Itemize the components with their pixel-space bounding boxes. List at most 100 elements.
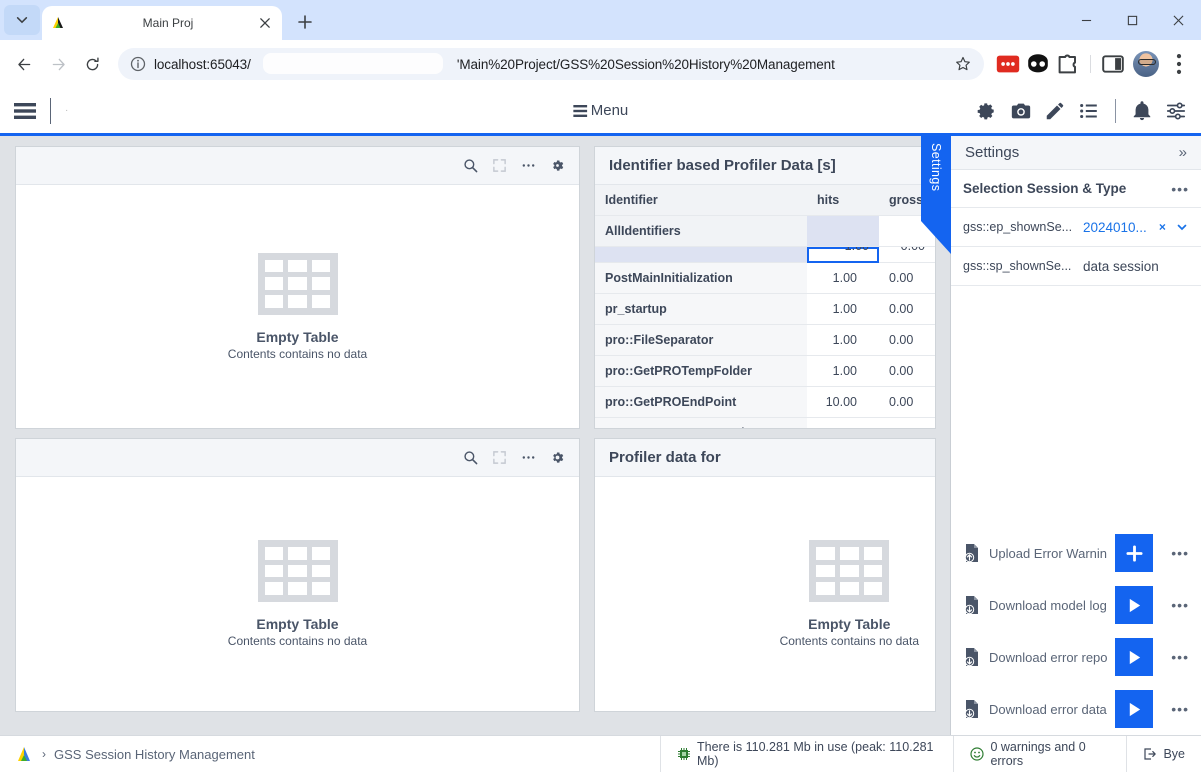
three-dot-menu-icon[interactable] <box>1165 50 1193 78</box>
list-icon[interactable] <box>1078 100 1100 122</box>
settings-collapse-button[interactable]: » <box>1179 144 1187 161</box>
expand-icon[interactable] <box>492 450 507 465</box>
profile-avatar[interactable] <box>1133 51 1159 77</box>
breadcrumb-chevron-icon: › <box>42 747 46 761</box>
table-row[interactable]: pr_startup 1.00 0.00 <box>595 293 935 325</box>
empty-subtitle: Contents contains no data <box>227 346 368 361</box>
chevron-down-icon <box>16 17 28 24</box>
address-bar[interactable]: localhost:65043/xxxxxxxxxxxxxxxxxxxxxxxx… <box>118 48 984 80</box>
more-icon[interactable] <box>521 450 536 465</box>
bell-icon[interactable] <box>1131 100 1153 122</box>
gear-icon[interactable] <box>550 158 565 173</box>
tab-close-button[interactable] <box>256 14 274 32</box>
run-button[interactable] <box>1115 586 1154 624</box>
cell-identifier: AllIdentifiers <box>595 215 807 247</box>
action-more-button[interactable]: ••• <box>1171 649 1189 665</box>
run-button[interactable] <box>1115 690 1154 728</box>
cell-gross: 0.00 <box>879 293 935 325</box>
camera-icon[interactable] <box>1010 100 1032 122</box>
cell-identifier: pr_startup <box>595 293 807 325</box>
table-row-clipped[interactable]: 1.00 0.00 <box>595 246 935 263</box>
search-icon[interactable] <box>463 450 478 465</box>
cell-hits: 1.00 <box>807 324 879 356</box>
window-close-button[interactable] <box>1155 0 1201 40</box>
table-row[interactable]: PostMainInitialization 1.00 0.00 <box>595 262 935 294</box>
reload-icon <box>86 57 99 70</box>
bye-label: Bye <box>1163 747 1185 761</box>
panel-profiler-data-for-header: Profiler data for <box>595 439 935 477</box>
status-bye[interactable]: Bye <box>1126 736 1201 772</box>
play-icon <box>1129 702 1140 716</box>
settings-ribbon-label: Settings <box>929 143 943 192</box>
table-row[interactable]: pro::GetPROEndPoint 10.00 0.00 <box>595 386 935 418</box>
cell-gross: 0.00 <box>879 262 935 294</box>
action-download-model-log: Download model log... ••• <box>951 579 1201 631</box>
clear-value-button[interactable]: × <box>1159 220 1166 234</box>
app-header: · Menu <box>0 88 1201 133</box>
run-button[interactable] <box>1115 638 1154 676</box>
gear-icon[interactable] <box>976 100 998 122</box>
add-button[interactable] <box>1115 534 1154 572</box>
action-more-button[interactable]: ••• <box>1171 597 1189 613</box>
settings-panel: Settings » Selection Session & Type ••• … <box>950 136 1201 735</box>
tab-search-button[interactable] <box>4 5 40 35</box>
breadcrumb-label[interactable]: GSS Session History Management <box>54 747 255 762</box>
action-more-button[interactable]: ••• <box>1171 701 1189 717</box>
star-icon[interactable] <box>954 55 972 73</box>
status-warnings[interactable]: 0 warnings and 0 errors <box>953 736 1126 772</box>
hamburger-menu-icon[interactable] <box>14 102 36 119</box>
column-header-identifier[interactable]: Identifier <box>595 185 807 216</box>
panel-profiler: Identifier based Profiler Data [s] Ident… <box>594 146 936 429</box>
gear-icon[interactable] <box>550 450 565 465</box>
settings-row-value[interactable]: 2024010... <box>1083 220 1147 235</box>
settings-row-dropdown-button[interactable] <box>1176 221 1188 233</box>
extensions-puzzle-icon[interactable] <box>1054 50 1082 78</box>
empty-title: Empty Table <box>256 616 339 632</box>
maximize-icon <box>1127 15 1137 25</box>
column-header-hits[interactable]: hits <box>807 185 879 216</box>
reload-button[interactable] <box>76 48 108 80</box>
extension-dark-icon[interactable] <box>1024 50 1052 78</box>
app-header-icons <box>976 98 1187 123</box>
cell-hits-selected[interactable]: 1.00 <box>807 246 879 263</box>
settings-row-sp-shown-session: gss::sp_shownSe... data session <box>951 247 1201 286</box>
window-maximize-button[interactable] <box>1109 0 1155 40</box>
settings-row-value: data session <box>1083 258 1159 274</box>
search-icon[interactable] <box>463 158 478 173</box>
empty-subtitle: Contents contains no data <box>227 634 368 648</box>
more-icon[interactable] <box>521 158 536 173</box>
settings-panel-spacer <box>951 286 1201 527</box>
new-tab-button[interactable] <box>290 7 320 37</box>
window-minimize-button[interactable] <box>1063 0 1109 40</box>
profiler-table: Identifier hits gross time AllIdentifier… <box>595 185 935 428</box>
sliders-icon[interactable] <box>1165 100 1187 122</box>
forward-button[interactable] <box>42 48 74 80</box>
browser-tab[interactable]: Main Proj <box>42 6 282 40</box>
extension-red-icon[interactable] <box>994 50 1022 78</box>
expand-icon[interactable] <box>492 158 507 173</box>
table-row[interactable]: pro::FileSeparator 1.00 0.00 <box>595 324 935 356</box>
settings-section-more-button[interactable]: ••• <box>1171 181 1189 197</box>
info-circle-icon[interactable] <box>130 56 146 72</box>
empty-table-icon <box>809 540 890 602</box>
empty-state-top-left: Empty Table Contents contains no data <box>227 252 368 361</box>
cell-identifier: PostMainInitialization <box>595 262 807 294</box>
action-more-button[interactable]: ••• <box>1171 545 1189 561</box>
file-upload-icon <box>964 544 978 563</box>
empty-title: Empty Table <box>808 616 891 632</box>
table-header-row: Identifier hits gross time <box>595 185 935 216</box>
cell-hits: 10.00 <box>807 386 879 418</box>
back-button[interactable] <box>8 48 40 80</box>
app-menu-button[interactable]: Menu <box>572 102 628 119</box>
pencil-icon[interactable] <box>1044 100 1066 122</box>
table-row[interactable]: AllIdentifiers <box>595 215 935 247</box>
table-row[interactable]: pro::GetPROSUserBucket 1.00 0.00 <box>595 417 935 428</box>
empty-title: Empty Table <box>256 328 339 345</box>
web-app: · Menu Empty Table Contents contains no … <box>0 88 1201 772</box>
profiler-table-scroll[interactable]: Identifier hits gross time AllIdentifier… <box>595 185 935 428</box>
table-row[interactable]: pro::GetPROTempFolder 1.00 0.00 <box>595 355 935 387</box>
action-download-error-data: Download error data... ••• <box>951 683 1201 735</box>
ansys-logo-icon <box>18 747 30 761</box>
empty-table-icon <box>257 252 338 315</box>
side-panel-icon[interactable] <box>1099 50 1127 78</box>
